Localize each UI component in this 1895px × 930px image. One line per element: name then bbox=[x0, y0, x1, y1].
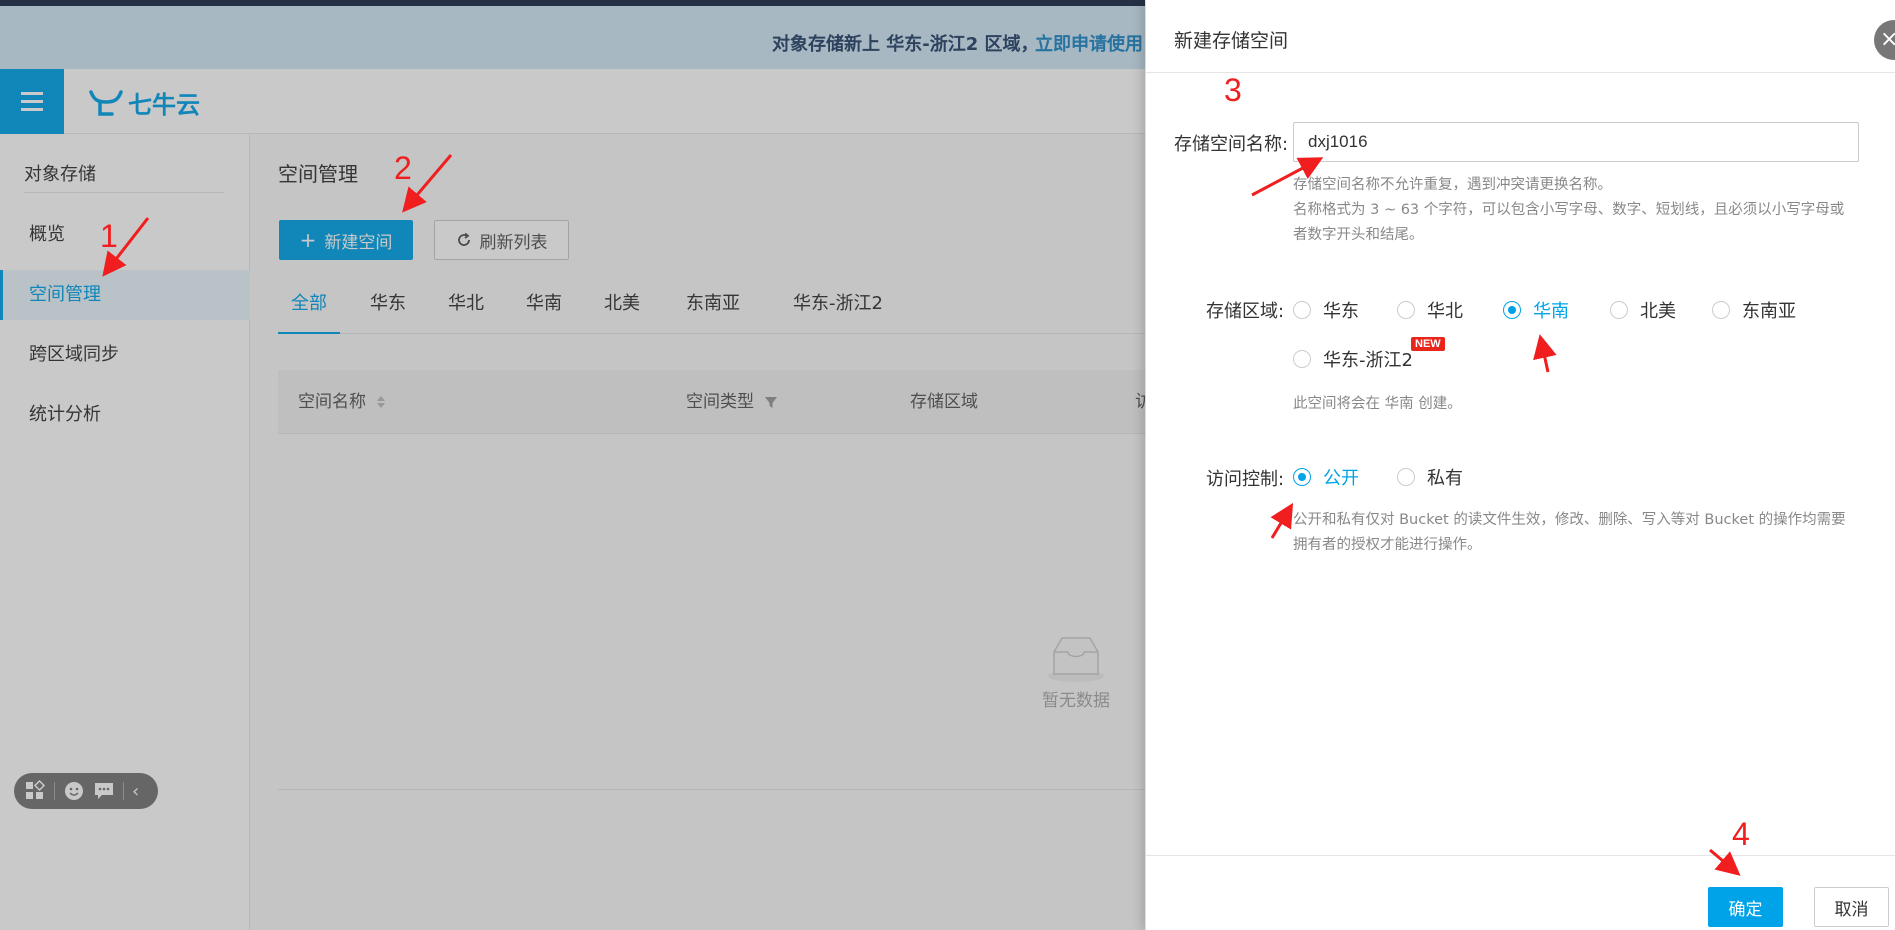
annotation-number-1: 1 bbox=[100, 218, 118, 254]
region-hint: 此空间将会在 华南 创建。 bbox=[1293, 396, 1462, 412]
radio-region-east-china[interactable]: 华东 bbox=[1293, 298, 1359, 322]
access-control-label: 访问控制: bbox=[1206, 469, 1285, 490]
radio-region-north-america[interactable]: 北美 bbox=[1610, 298, 1676, 322]
access-hint-1: 公开和私有仅对 Bucket 的读文件生效，修改、删除、写入等对 Bucket … bbox=[1293, 512, 1846, 528]
radio-region-east-china-zhejiang2[interactable]: 华东-浙江2 bbox=[1293, 347, 1413, 371]
drawer-title: 新建存储空间 bbox=[1174, 30, 1289, 52]
drawer-footer: 确定 取消 bbox=[1146, 855, 1895, 930]
radio-access-public[interactable]: 公开 bbox=[1293, 465, 1359, 489]
radio-access-private[interactable]: 私有 bbox=[1397, 465, 1463, 489]
cancel-button[interactable]: 取消 bbox=[1814, 887, 1889, 927]
modal-overlay[interactable] bbox=[0, 0, 1145, 930]
annotation-number-2: 2 bbox=[394, 150, 412, 186]
confirm-button[interactable]: 确定 bbox=[1708, 887, 1783, 927]
drawer-header: 新建存储空间 bbox=[1146, 0, 1895, 73]
access-hint-2: 拥有者的授权才能进行操作。 bbox=[1293, 537, 1482, 553]
new-badge: NEW bbox=[1411, 337, 1445, 351]
annotation-number-4: 4 bbox=[1732, 816, 1750, 852]
bucket-name-input[interactable] bbox=[1293, 122, 1859, 162]
storage-region-label: 存储区域: bbox=[1206, 301, 1285, 322]
radio-region-north-china[interactable]: 华北 bbox=[1397, 298, 1463, 322]
bucket-name-hint-2: 名称格式为 3 ~ 63 个字符，可以包含小写字母、数字、短划线，且必须以小写字… bbox=[1293, 202, 1845, 218]
bucket-name-hint-1: 存储空间名称不允许重复，遇到冲突请更换名称。 bbox=[1293, 177, 1612, 193]
bucket-name-hint-3: 者数字开头和结尾。 bbox=[1293, 227, 1424, 243]
annotation-number-3: 3 bbox=[1224, 72, 1242, 108]
bucket-name-label: 存储空间名称: bbox=[1174, 134, 1289, 155]
radio-region-south-china[interactable]: 华南 bbox=[1503, 298, 1569, 322]
create-bucket-drawer: 新建存储空间 × 存储空间名称: 存储空间名称不允许重复，遇到冲突请更换名称。 … bbox=[1145, 0, 1895, 930]
radio-region-southeast-asia[interactable]: 东南亚 bbox=[1712, 298, 1796, 322]
